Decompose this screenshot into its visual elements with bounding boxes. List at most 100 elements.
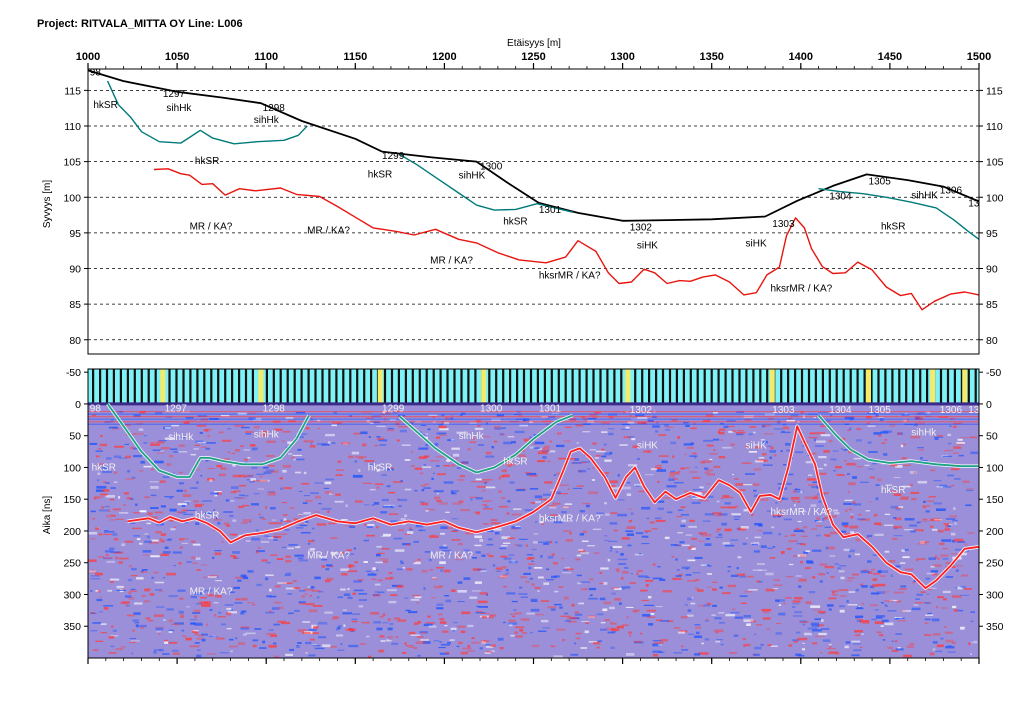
texture-streak [554, 603, 562, 606]
texture-streak [718, 622, 725, 624]
texture-streak [423, 455, 428, 458]
texture-streak [567, 616, 577, 620]
texture-streak [847, 604, 858, 606]
texture-streak [500, 566, 507, 569]
texture-streak [601, 431, 608, 433]
texture-streak [206, 653, 217, 655]
texture-streak [450, 627, 457, 631]
texture-streak [282, 464, 292, 468]
texture-streak [301, 523, 306, 525]
texture-streak [922, 505, 931, 507]
texture-streak [434, 443, 439, 446]
y-tick-label-left-3: 100 [63, 192, 81, 204]
texture-streak [924, 622, 929, 625]
texture-streak [106, 553, 109, 557]
texture-streak [387, 618, 391, 622]
texture-streak [688, 633, 694, 635]
texture-streak [274, 536, 279, 538]
texture-streak [149, 442, 156, 444]
texture-streak [903, 654, 913, 658]
radargram-annotation-20: 1306 [940, 405, 963, 416]
texture-streak [168, 629, 175, 632]
texture-streak [104, 530, 109, 533]
marker-strip-bar [314, 369, 317, 403]
texture-streak [767, 547, 773, 549]
texture-streak [376, 526, 379, 529]
texture-streak [423, 464, 426, 466]
x-tick-label-0: 1000 [76, 51, 100, 63]
marker-highlight-5 [769, 369, 775, 403]
texture-streak [312, 539, 315, 541]
texture-streak [396, 585, 404, 588]
texture-streak [242, 576, 249, 580]
texture-streak [89, 570, 96, 573]
marker-strip-bar [105, 369, 109, 403]
texture-streak [557, 432, 562, 435]
texture-streak [531, 583, 535, 586]
texture-streak [421, 632, 427, 634]
texture-streak [173, 565, 176, 567]
texture-streak [310, 586, 315, 589]
texture-streak [970, 451, 978, 455]
depth-annotation-5: sihHk [254, 115, 280, 126]
texture-streak [562, 572, 572, 574]
texture-streak [597, 640, 603, 642]
texture-streak [562, 506, 570, 508]
texture-streak [690, 602, 696, 605]
texture-streak [481, 554, 486, 557]
texture-streak [475, 478, 482, 481]
texture-streak [163, 577, 166, 579]
texture-streak [312, 605, 323, 607]
bottom-y-tick-label-left-4: 150 [63, 494, 81, 506]
texture-streak [126, 497, 132, 500]
texture-streak [462, 647, 472, 650]
texture-streak [865, 510, 870, 512]
bottom-y-tick-label-left-1: 0 [75, 399, 81, 411]
texture-streak [628, 436, 635, 438]
texture-streak [461, 611, 471, 615]
texture-streak [367, 526, 373, 528]
texture-streak [640, 632, 643, 635]
texture-streak [154, 460, 164, 464]
texture-streak [404, 514, 408, 518]
texture-streak [875, 497, 879, 501]
texture-streak [388, 640, 392, 642]
texture-streak [951, 553, 959, 555]
texture-streak [125, 478, 135, 480]
texture-streak [944, 631, 953, 634]
texture-streak [309, 595, 312, 597]
texture-streak [584, 630, 589, 634]
texture-streak [100, 623, 107, 625]
marker-strip-bar [397, 369, 400, 403]
texture-streak [924, 618, 931, 621]
texture-streak [234, 424, 245, 427]
texture-streak [888, 560, 896, 563]
texture-streak [361, 412, 372, 414]
texture-streak [169, 497, 173, 499]
texture-streak [694, 653, 701, 656]
texture-streak [621, 586, 631, 589]
texture-streak [197, 649, 201, 651]
depth-annotation-13: 1302 [630, 223, 653, 234]
texture-streak [358, 469, 361, 472]
texture-streak [425, 443, 429, 447]
texture-streak [227, 451, 230, 453]
texture-streak [455, 457, 459, 459]
texture-streak [558, 586, 564, 588]
texture-streak [305, 500, 313, 502]
marker-strip-bar [147, 369, 150, 403]
texture-streak [575, 637, 581, 640]
texture-streak [90, 578, 101, 580]
texture-streak [733, 516, 741, 518]
texture-streak [305, 641, 312, 645]
texture-streak [507, 537, 515, 539]
texture-streak [785, 443, 791, 446]
texture-streak [295, 546, 301, 549]
texture-streak [725, 613, 736, 617]
texture-streak [102, 489, 110, 492]
texture-streak [931, 528, 938, 531]
texture-streak [94, 496, 104, 498]
texture-streak [201, 500, 212, 502]
texture-streak [884, 604, 887, 606]
texture-streak [868, 468, 874, 470]
